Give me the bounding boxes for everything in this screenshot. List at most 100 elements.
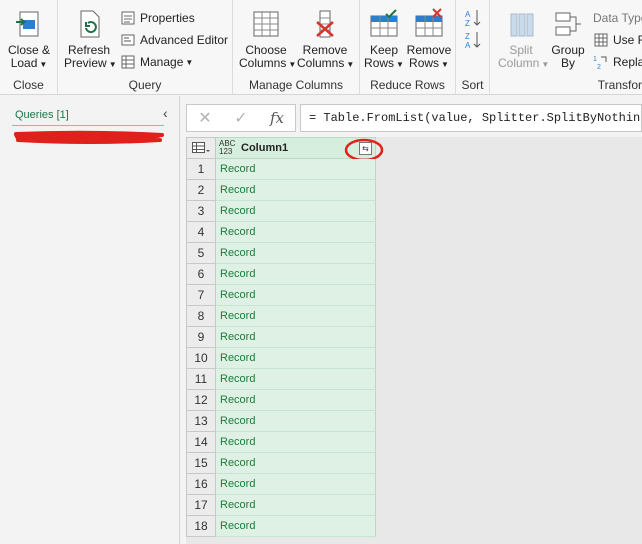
row-number[interactable]: 13 [186, 411, 216, 432]
table-row[interactable]: 2 Record [186, 180, 376, 201]
row-number[interactable]: 8 [186, 306, 216, 327]
row-number[interactable]: 2 [186, 180, 216, 201]
table-row[interactable]: 12 Record [186, 390, 376, 411]
record-cell[interactable]: Record [216, 516, 376, 537]
confirm-icon[interactable]: ✓ [223, 108, 259, 128]
chevron-down-icon: ▼ [108, 60, 117, 69]
keep-rows-label-2-text: Rows [364, 56, 395, 70]
table-row[interactable]: 1 Record [186, 159, 376, 180]
record-cell[interactable]: Record [216, 222, 376, 243]
split-column-button[interactable]: Split Column ▼ [498, 8, 549, 71]
row-number[interactable]: 10 [186, 348, 216, 369]
split-column-label-2: Column ▼ [498, 57, 549, 71]
record-cell[interactable]: Record [216, 327, 376, 348]
row-number[interactable]: 18 [186, 516, 216, 537]
chevron-down-icon: ▼ [185, 57, 194, 67]
data-type-button[interactable]: Data Type [593, 9, 642, 27]
row-number[interactable]: 16 [186, 474, 216, 495]
manage-button[interactable]: Manage ▼ [120, 53, 193, 71]
record-cell[interactable]: Record [216, 201, 376, 222]
table-menu-button[interactable] [186, 137, 216, 159]
formula-bar-buttons: ✕ ✓ fx [186, 104, 296, 132]
chevron-down-icon: ▼ [441, 60, 449, 69]
record-cell[interactable]: Record [216, 348, 376, 369]
table-row[interactable]: 9 Record [186, 327, 376, 348]
table-row[interactable]: 11 Record [186, 369, 376, 390]
record-cell[interactable]: Record [216, 243, 376, 264]
keep-rows-button[interactable]: Keep Rows ▼ [364, 8, 404, 71]
replace-values-icon: 12 [593, 56, 607, 70]
row-number[interactable]: 3 [186, 201, 216, 222]
row-number[interactable]: 11 [186, 369, 216, 390]
record-cell[interactable]: Record [216, 285, 376, 306]
advanced-editor-button[interactable]: Advanced Editor [120, 31, 228, 49]
insert-function-icon[interactable]: fx [259, 109, 295, 127]
table-row[interactable]: 15 Record [186, 453, 376, 474]
record-cell[interactable]: Record [216, 474, 376, 495]
record-cell[interactable]: Record [216, 411, 376, 432]
record-cell[interactable]: Record [216, 159, 376, 180]
queries-pane: Queries [1] ‹ [0, 96, 180, 544]
cancel-icon[interactable]: ✕ [187, 108, 223, 128]
remove-columns-button[interactable]: Remove Columns ▼ [297, 8, 354, 71]
formula-input[interactable]: = Table.FromList(value, Splitter.SplitBy… [300, 104, 642, 132]
remove-rows-icon [415, 8, 443, 37]
choose-columns-button[interactable]: Choose Columns ▼ [239, 8, 296, 71]
keep-rows-label-2: Rows ▼ [364, 57, 404, 71]
row-number[interactable]: 15 [186, 453, 216, 474]
table-row[interactable]: 3 Record [186, 201, 376, 222]
use-first-row-button[interactable]: Use Fi [593, 31, 642, 49]
type-any-icon[interactable]: ABC 123 [219, 140, 235, 156]
table-row[interactable]: 6 Record [186, 264, 376, 285]
record-cell[interactable]: Record [216, 495, 376, 516]
queries-pane-title: Queries [1] [15, 109, 69, 121]
record-cell[interactable]: Record [216, 180, 376, 201]
table-rows: 1 Record 2 Record 3 Record 4 Record 5 Record 6 Reco… [186, 159, 376, 537]
table-row[interactable]: 7 Record [186, 285, 376, 306]
table-row[interactable]: 10 Record [186, 348, 376, 369]
row-number[interactable]: 1 [186, 159, 216, 180]
row-number[interactable]: 6 [186, 264, 216, 285]
svg-text:A: A [465, 41, 471, 50]
record-cell[interactable]: Record [216, 390, 376, 411]
record-cell[interactable]: Record [216, 306, 376, 327]
remove-rows-label-2-text: Rows [409, 56, 440, 70]
sort-descending-icon[interactable]: Z A [464, 30, 482, 50]
row-number[interactable]: 14 [186, 432, 216, 453]
group-by-button[interactable]: Group By [548, 8, 588, 70]
table-row[interactable]: 18 Record [186, 516, 376, 537]
refresh-label-2: Preview ▼ [64, 57, 117, 71]
close-load-button[interactable]: Close & Load ▼ [6, 8, 52, 71]
record-cell[interactable]: Record [216, 432, 376, 453]
table-row[interactable]: 5 Record [186, 243, 376, 264]
replace-values-button[interactable]: 12 Repla [593, 53, 642, 71]
table-row[interactable]: 16 Record [186, 474, 376, 495]
row-number[interactable]: 5 [186, 243, 216, 264]
remove-rows-button[interactable]: Remove Rows ▼ [406, 8, 452, 71]
reduce-rows-group-label: Reduce Rows [370, 78, 445, 92]
close-load-label-2-text: Load [10, 56, 38, 70]
table-icon [192, 142, 210, 153]
properties-button[interactable]: Properties [120, 9, 195, 27]
row-number[interactable]: 7 [186, 285, 216, 306]
refresh-preview-button[interactable]: Refresh Preview ▼ [64, 8, 117, 71]
row-number[interactable]: 12 [186, 390, 216, 411]
svg-text:A: A [465, 10, 471, 19]
split-column-icon [510, 13, 534, 37]
row-number[interactable]: 4 [186, 222, 216, 243]
table-row[interactable]: 4 Record [186, 222, 376, 243]
record-cell[interactable]: Record [216, 264, 376, 285]
record-cell[interactable]: Record [216, 453, 376, 474]
sort-ascending-icon[interactable]: A Z [464, 8, 482, 28]
collapse-pane-icon[interactable]: ‹ [163, 105, 168, 121]
sort-group: A Z Z A Sort [456, 0, 490, 94]
table-row[interactable]: 17 Record [186, 495, 376, 516]
ribbon: Close & Load ▼ Close Refresh Preview ▼ Pro… [0, 0, 642, 95]
table-row[interactable]: 13 Record [186, 411, 376, 432]
table-row[interactable]: 8 Record [186, 306, 376, 327]
record-cell[interactable]: Record [216, 369, 376, 390]
row-number[interactable]: 9 [186, 327, 216, 348]
table-row[interactable]: 14 Record [186, 432, 376, 453]
manage-columns-group-label: Manage Columns [248, 78, 344, 92]
row-number[interactable]: 17 [186, 495, 216, 516]
